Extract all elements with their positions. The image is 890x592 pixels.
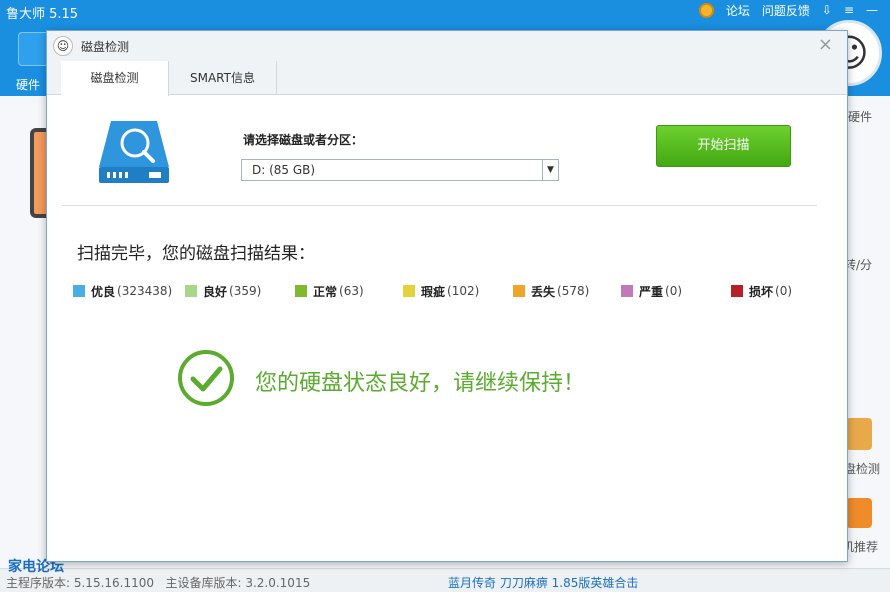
- legend-swatch: [621, 285, 633, 297]
- selected-disk-value: D: (85 GB): [252, 163, 316, 177]
- legend-swatch: [513, 285, 525, 297]
- app-logo-icon: ☺: [53, 36, 73, 56]
- legend-swatch: [731, 285, 743, 297]
- legend-swatch: [73, 285, 85, 297]
- legend-swatch: [403, 285, 415, 297]
- legend-item-lost: 丢失 (578): [513, 283, 589, 299]
- result-title: 扫描完毕，您的磁盘扫描结果：: [77, 244, 315, 264]
- divider: [62, 205, 817, 206]
- recommend-icon[interactable]: [846, 498, 872, 528]
- forum-link[interactable]: 论坛: [726, 2, 750, 19]
- update-icon[interactable]: ⇩: [822, 3, 832, 17]
- right-hardware-label: 硬件: [848, 110, 873, 124]
- db-version: 主设备库版本: 3.2.0.1015: [165, 576, 311, 590]
- close-icon[interactable]: ×: [818, 34, 833, 55]
- tab-smart-info[interactable]: SMART信息: [169, 61, 277, 95]
- right-speed-label: 转/分: [844, 258, 873, 272]
- disk-check-dialog: ☺ 磁盘检测 × 磁盘检测 SMART信息 请选择磁盘或者分区： D: (85 …: [46, 30, 848, 562]
- top-links: 论坛 问题反馈 ⇩ ≡ —: [698, 0, 890, 20]
- disk-check-icon[interactable]: [846, 418, 872, 450]
- right-disk-check-label[interactable]: 盘检测: [844, 460, 880, 477]
- legend-item-severe: 严重 (0): [621, 283, 682, 299]
- select-disk-label: 请选择磁盘或者分区：: [243, 133, 364, 147]
- feedback-link[interactable]: 问题反馈: [762, 2, 810, 19]
- menu-icon[interactable]: ≡: [844, 3, 854, 17]
- legend: 优良 (323438) 良好 (359) 正常 (63) 瑕疵 (102) 丢失…: [73, 283, 833, 299]
- disk-select[interactable]: D: (85 GB) ▼: [241, 159, 559, 181]
- ad-link[interactable]: 蓝月传奇 刀刀麻痹 1.85版英雄合击: [448, 574, 638, 591]
- hardware-nav-label[interactable]: 硬件: [16, 76, 40, 93]
- dialog-titlebar: ☺ 磁盘检测 ×: [47, 31, 847, 61]
- check-circle-icon: [178, 350, 234, 406]
- minimize-icon[interactable]: —: [866, 3, 878, 17]
- chevron-down-icon[interactable]: ▼: [542, 160, 558, 180]
- result-message: 您的硬盘状态良好，请继续保持！: [255, 371, 586, 396]
- legend-item-excellent: 优良 (323438): [73, 283, 172, 299]
- legend-swatch: [295, 285, 307, 297]
- legend-item-damaged: 损坏 (0): [731, 283, 792, 299]
- dialog-title: 磁盘检测: [81, 40, 130, 54]
- app-title: 鲁大师 5.15: [6, 7, 79, 22]
- device-thumbnail: [30, 128, 46, 218]
- hard-disk-icon: [99, 121, 169, 183]
- status-bar: 主程序版本: 5.15.16.1100 主设备库版本: 3.2.0.1015 蓝…: [0, 568, 890, 592]
- tab-disk-check[interactable]: 磁盘检测: [61, 61, 169, 96]
- legend-item-normal: 正常 (63): [295, 283, 364, 299]
- coin-icon[interactable]: [698, 2, 714, 18]
- dialog-tabs: 磁盘检测 SMART信息: [47, 61, 847, 96]
- legend-item-good: 良好 (359): [185, 283, 261, 299]
- legend-item-flaw: 瑕疵 (102): [403, 283, 479, 299]
- legend-swatch: [185, 285, 197, 297]
- start-scan-button[interactable]: 开始扫描: [656, 125, 791, 167]
